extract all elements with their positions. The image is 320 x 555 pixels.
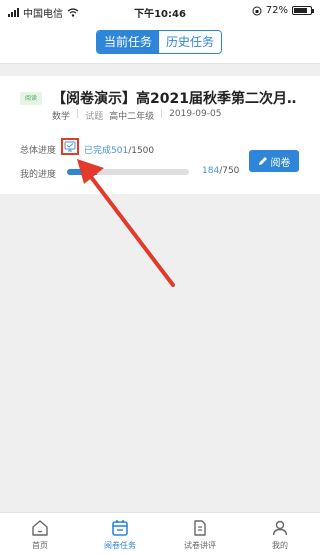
- task-date: 2019-09-05: [169, 109, 222, 119]
- task-type-badge: 阅读: [20, 92, 42, 105]
- tab-current-tasks[interactable]: 当前任务: [97, 31, 159, 53]
- person-icon: [272, 520, 288, 536]
- status-bar: 中国电信 下午10:46 72%: [0, 0, 320, 22]
- task-meta: 数学 | 试题 高中二年级 | 2019-09-05: [52, 109, 221, 122]
- task-segmented-control: 当前任务 历史任务: [96, 30, 222, 54]
- task-title[interactable]: 【阅卷演示】高2021届秋季第二次月…: [52, 88, 297, 108]
- nav-home[interactable]: 首页: [0, 513, 80, 555]
- nav-home-label: 首页: [32, 541, 48, 550]
- overall-progress-value: 已完成501/1500: [84, 143, 154, 156]
- my-total: /750: [219, 166, 240, 176]
- document-icon: [194, 520, 206, 536]
- my-progress-fill: [67, 169, 97, 175]
- task-card[interactable]: 阅读 【阅卷演示】高2021届秋季第二次月… 数学 | 试题 高中二年级 | 2…: [0, 76, 320, 194]
- nav-paper-review[interactable]: 试卷讲评: [160, 513, 240, 555]
- rotation-lock-icon: [252, 6, 262, 15]
- task-grade: 高中二年级: [109, 112, 155, 122]
- my-progress-bar: [67, 169, 189, 175]
- battery-icon: [292, 6, 314, 15]
- home-icon: [32, 520, 48, 536]
- overall-total: /1500: [128, 146, 155, 156]
- bottom-navigation: 首页 阅卷任务 试卷讲评 我的: [0, 512, 320, 555]
- grade-button-label: 阅卷: [270, 157, 291, 169]
- status-right: 72%: [252, 5, 314, 16]
- meta-divider: |: [160, 109, 164, 119]
- tab-history-tasks[interactable]: 历史任务: [159, 31, 221, 53]
- meta-divider: |: [76, 109, 80, 119]
- my-progress-value: 184/750: [202, 166, 239, 176]
- task-subject: 数学: [52, 112, 71, 122]
- task-type-label: 试题: [85, 112, 104, 122]
- grade-button[interactable]: 阅卷: [249, 150, 299, 172]
- overall-completed: 已完成501: [84, 146, 129, 156]
- my-completed: 184: [202, 166, 220, 176]
- progress-detail-icon[interactable]: [61, 138, 79, 155]
- nav-profile[interactable]: 我的: [240, 513, 320, 555]
- my-progress-label: 我的进度: [20, 170, 57, 180]
- nav-profile-label: 我的: [272, 541, 288, 550]
- calendar-icon: [112, 520, 128, 536]
- battery-percent: 72%: [265, 5, 288, 16]
- nav-grading-tasks-label: 阅卷任务: [104, 541, 136, 550]
- nav-grading-tasks[interactable]: 阅卷任务: [80, 513, 160, 555]
- overall-progress-label: 总体进度: [20, 146, 57, 156]
- task-tab-bar: 当前任务 历史任务: [0, 22, 320, 64]
- pencil-icon: [258, 157, 267, 165]
- nav-paper-review-label: 试卷讲评: [184, 541, 216, 550]
